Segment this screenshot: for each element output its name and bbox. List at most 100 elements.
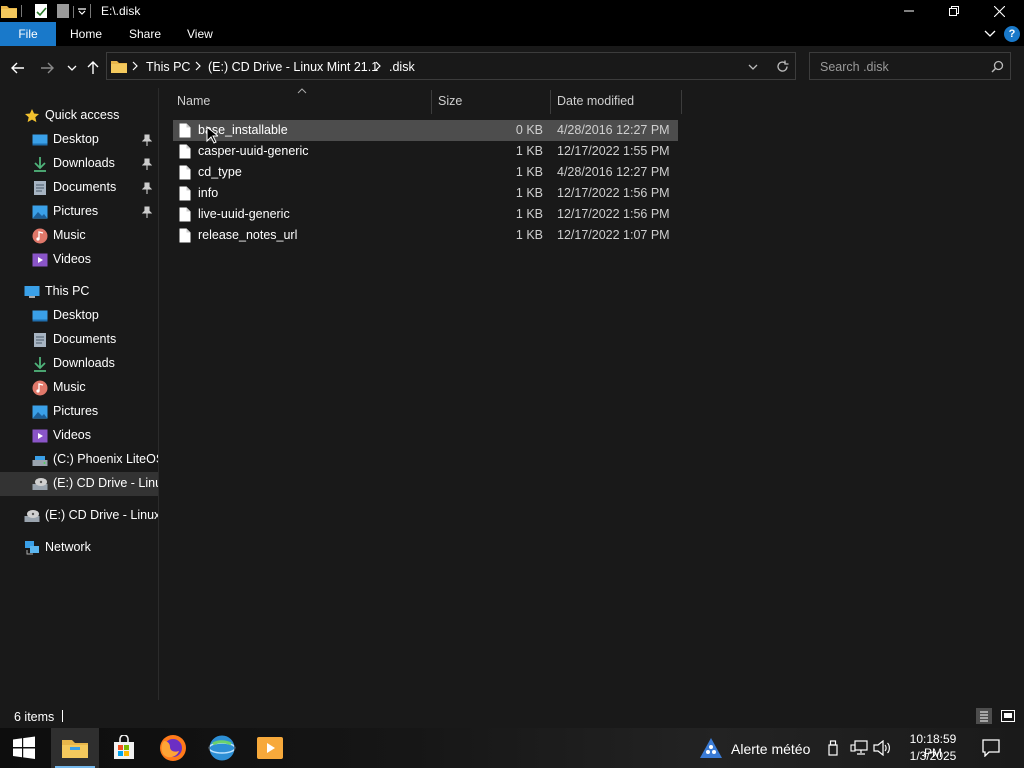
column-header-name[interactable]: Name [177,94,210,108]
properties-icon[interactable] [33,3,49,19]
nav-quick-desktop[interactable]: Desktop [0,128,158,152]
start-button[interactable] [0,728,48,768]
usb-device-icon[interactable] [827,740,839,756]
file-icon [179,228,191,243]
file-icon [179,186,191,201]
refresh-icon[interactable] [776,60,789,73]
nav-label: Desktop [53,132,99,146]
taskbar-store[interactable] [100,728,148,768]
nav-pc-downloads[interactable]: Downloads [0,352,158,376]
tab-view[interactable]: View [187,22,213,46]
pin-icon[interactable] [142,206,152,218]
item-count: 6 items [14,710,55,724]
new-folder-icon[interactable] [56,3,70,19]
clock-date[interactable]: 1/3/2025 [901,749,965,763]
cd-drive-icon [32,476,48,492]
folder-icon [0,3,18,19]
column-header-size[interactable]: Size [438,94,462,108]
nav-pc-music[interactable]: Music [0,376,158,400]
chevron-right-icon[interactable] [194,61,202,71]
tab-file[interactable]: File [0,22,56,46]
nav-quick-access[interactable]: Quick access [0,104,158,128]
file-row[interactable]: release_notes_url 1 KB 12/17/2022 1:07 P… [173,225,678,246]
breadcrumb-this-pc[interactable]: This PC [146,60,190,74]
nav-label: Music [53,380,86,394]
details-view-button[interactable] [976,708,992,724]
recent-locations-button[interactable] [62,58,82,78]
chevron-down-icon [67,64,77,72]
nav-quick-videos[interactable]: Videos [0,248,158,272]
chevron-right-icon[interactable] [374,61,382,71]
forward-button[interactable] [37,58,57,78]
nav-pc-drive-c[interactable]: (C:) Phoenix LiteOS [0,448,158,472]
customize-quick-access-icon[interactable] [77,6,87,16]
file-icon [179,144,191,159]
address-dropdown-icon[interactable] [748,63,758,71]
nav-label: Pictures [53,404,99,418]
column-divider[interactable] [431,90,432,114]
pin-icon[interactable] [142,134,152,146]
network-icon [24,540,40,556]
arrow-up-icon [87,61,99,75]
file-row[interactable]: base_installable 0 KB 4/28/2016 12:27 PM [173,120,678,141]
volume-icon[interactable] [873,740,891,756]
file-row[interactable]: cd_type 1 KB 4/28/2016 12:27 PM [173,162,678,183]
window-title: E:\.disk [101,4,141,18]
nav-cd-drive[interactable]: (E:) CD Drive - Linux I [0,504,158,528]
file-list: Name Size Date modified base_installable… [159,88,1024,700]
nav-pc-drive-e[interactable]: (E:) CD Drive - Linux [0,472,158,496]
music-icon [32,380,48,396]
file-row[interactable]: casper-uuid-generic 1 KB 12/17/2022 1:55… [173,141,678,162]
file-name: live-uuid-generic [198,207,290,221]
up-button[interactable] [83,58,103,78]
tab-share[interactable]: Share [129,22,161,46]
nav-pc-pictures[interactable]: Pictures [0,400,158,424]
documents-icon [32,332,48,348]
search-box[interactable] [809,52,1011,80]
pin-icon[interactable] [142,158,152,170]
store-icon [111,735,137,761]
close-button[interactable] [976,0,1022,22]
column-header-date[interactable]: Date modified [557,94,634,108]
nav-quick-downloads[interactable]: Downloads [0,152,158,176]
file-row[interactable]: info 1 KB 12/17/2022 1:56 PM [173,183,678,204]
address-bar[interactable]: This PC (E:) CD Drive - Linux Mint 21.1 … [106,52,796,80]
column-divider[interactable] [550,90,551,114]
title-bar: E:\.disk [0,0,1024,22]
nav-quick-documents[interactable]: Documents [0,176,158,200]
nav-label: Videos [53,252,91,266]
breadcrumb-disk[interactable]: .disk [389,60,415,74]
nav-pc-videos[interactable]: Videos [0,424,158,448]
network-status-icon[interactable] [850,740,868,756]
expand-ribbon-icon[interactable] [984,29,996,39]
weather-label[interactable]: Alerte météo [731,741,810,757]
back-button[interactable] [8,58,28,78]
breadcrumb-cd-drive[interactable]: (E:) CD Drive - Linux Mint 21.1 [208,60,378,74]
restore-button[interactable] [931,0,977,22]
tab-home[interactable]: Home [70,22,102,46]
help-button[interactable]: ? [1004,26,1020,42]
nav-pc-documents[interactable]: Documents [0,328,158,352]
nav-pc-desktop[interactable]: Desktop [0,304,158,328]
taskbar-file-explorer[interactable] [51,728,99,768]
nav-network[interactable]: Network [0,536,158,560]
large-icons-view-button[interactable] [1000,708,1016,724]
nav-this-pc[interactable]: This PC [0,280,158,304]
file-size: 1 KB [515,228,543,242]
column-divider[interactable] [681,90,682,114]
taskbar-app[interactable] [198,728,246,768]
weather-alert-icon[interactable] [699,737,723,759]
search-input[interactable] [818,58,982,76]
arrow-left-icon [11,62,25,74]
search-icon[interactable] [991,60,1004,73]
minimize-button[interactable] [886,0,932,22]
file-size: 1 KB [515,186,543,200]
nav-quick-pictures[interactable]: Pictures [0,200,158,224]
pin-icon[interactable] [142,182,152,194]
taskbar-firefox[interactable] [149,728,197,768]
file-row[interactable]: live-uuid-generic 1 KB 12/17/2022 1:56 P… [173,204,678,225]
taskbar-media-player[interactable] [246,728,294,768]
notifications-icon[interactable] [982,739,1000,757]
chevron-right-icon[interactable] [131,61,139,71]
nav-quick-music[interactable]: Music [0,224,158,248]
